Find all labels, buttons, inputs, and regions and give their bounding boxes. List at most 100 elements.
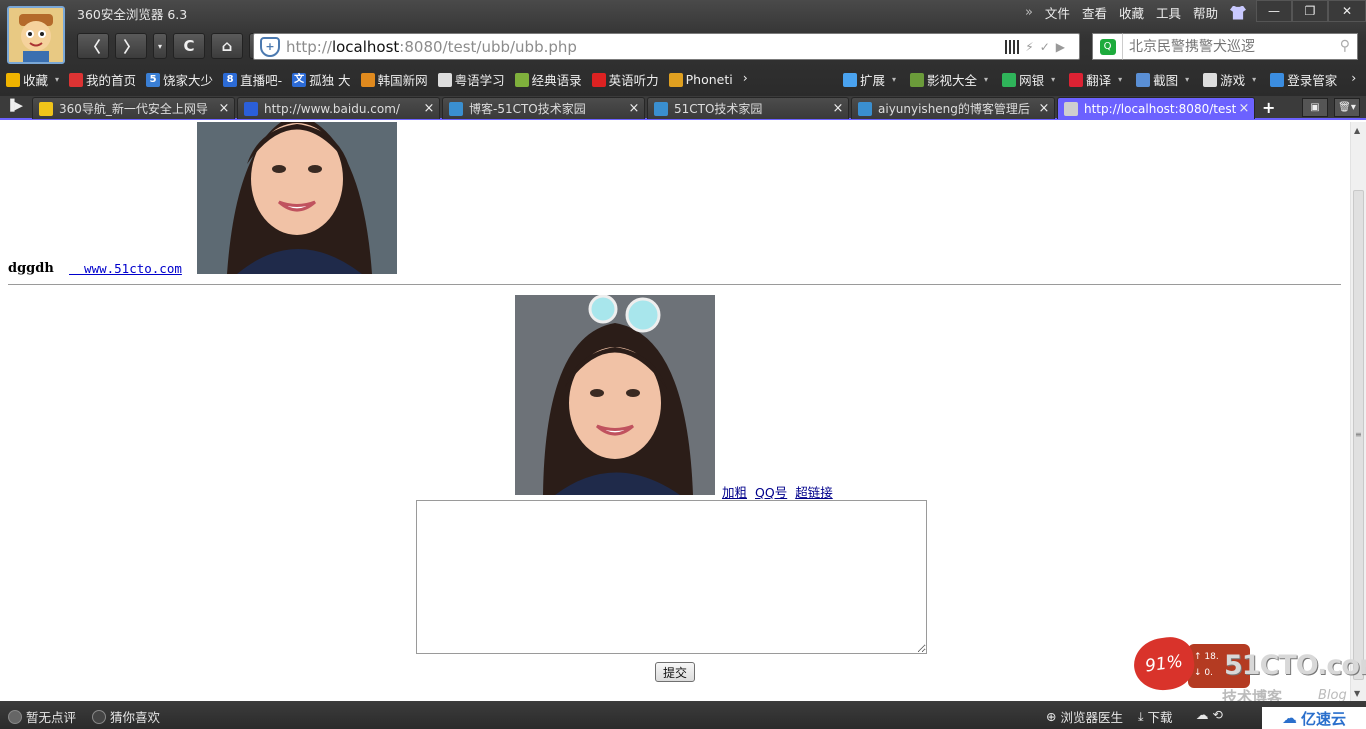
browser-tab[interactable]: 博客-51CTO技术家园 ×: [442, 97, 645, 119]
bookmark-item[interactable]: 收藏 ▾: [6, 70, 59, 89]
divider: [8, 284, 1341, 285]
weibo-icon: [69, 72, 84, 87]
menu-favorites[interactable]: 收藏: [1119, 3, 1144, 22]
trash-icon[interactable]: 🗑▾: [1334, 98, 1360, 117]
submit-button[interactable]: 提交: [655, 662, 695, 682]
url-path: :8080/test/ubb/ubb.php: [399, 37, 577, 56]
sidebar-toggle-icon[interactable]: ▐▶: [6, 99, 23, 112]
tab-close-icon[interactable]: ×: [421, 101, 437, 116]
post-link[interactable]: www.51cto.com: [69, 261, 182, 276]
bookmark-item[interactable]: 8 直播吧-: [223, 70, 282, 89]
menu-tools[interactable]: 工具: [1156, 3, 1181, 22]
post-author: dggdh: [8, 261, 54, 276]
bookmark-item[interactable]: 经典语录: [514, 70, 582, 89]
memory-gauge[interactable]: 91%: [1130, 634, 1198, 694]
back-button[interactable]: 〈: [77, 33, 109, 59]
bookmark-item[interactable]: Phoneti: [668, 70, 733, 89]
toolbar-ext-item[interactable]: 影视大全 ▾: [910, 70, 988, 89]
status-extra-icons[interactable]: ☁ ⟲: [1196, 707, 1223, 722]
tab-close-icon[interactable]: ×: [216, 101, 232, 116]
search-icon[interactable]: ⚲: [1340, 38, 1350, 54]
address-bar[interactable]: + http://localhost:8080/test/ubb/ubb.php…: [253, 33, 1080, 60]
scroll-up-icon[interactable]: ▲: [1354, 126, 1360, 135]
toolbar-ext-item[interactable]: 截图 ▾: [1136, 70, 1189, 89]
tab-close-icon[interactable]: ×: [1036, 101, 1052, 116]
new-tab-button[interactable]: +: [1262, 98, 1275, 117]
skin-icon[interactable]: [1230, 5, 1246, 20]
menu-file[interactable]: 文件: [1045, 3, 1070, 22]
bookmark-label: 直播吧-: [240, 73, 283, 88]
browser-tab[interactable]: 360导航_新一代安全上网导 ×: [32, 97, 235, 119]
status-review[interactable]: 暂无点评: [8, 707, 76, 726]
toolbar-ext-item[interactable]: 扩展 ▾: [843, 70, 896, 89]
bookmark-item[interactable]: 文孤独 大: [292, 70, 351, 89]
content-textarea[interactable]: [416, 500, 927, 654]
download-button[interactable]: ⤓ 下载: [1138, 707, 1173, 726]
chevron-right-icon[interactable]: »: [1025, 5, 1033, 20]
browser-doctor[interactable]: ⊕ 浏览器医生: [1046, 707, 1123, 726]
toolbar-ext-label: 影视大全: [927, 73, 978, 88]
status-recommend[interactable]: 猜你喜欢: [92, 707, 160, 726]
bookmark-item[interactable]: 我的首页: [69, 70, 136, 89]
toolbar-ext-item[interactable]: 网银 ▾: [1002, 70, 1055, 89]
qr-code-icon[interactable]: [1005, 39, 1020, 54]
tab-close-icon[interactable]: ×: [1236, 101, 1252, 116]
home-button[interactable]: ⌂: [211, 33, 243, 59]
status-bar: 暂无点评 猜你喜欢 ⊕ 浏览器医生 ⤓ 下载 ☁ ⟲: [0, 701, 1366, 729]
refresh-button[interactable]: C: [173, 33, 205, 59]
live-icon: 8: [223, 72, 238, 87]
dropdown-arrow-icon[interactable]: ▾: [55, 75, 59, 84]
vertical-scrollbar[interactable]: ▲ ≡ ▼: [1350, 122, 1366, 701]
address-url[interactable]: http://localhost:8080/test/ubb/ubb.php: [286, 38, 1005, 56]
search-input[interactable]: [1122, 33, 1358, 60]
more-bookmarks-icon[interactable]: ›: [743, 70, 748, 89]
page-viewport: dggdh www.51cto.com 加粗 QQ号 超链接 提交: [0, 122, 1350, 701]
browser-tab[interactable]: aiyunyisheng的博客管理后 ×: [851, 97, 1055, 119]
menu-help[interactable]: 帮助: [1193, 3, 1218, 22]
bookmark-item[interactable]: 粤语学习: [437, 70, 505, 89]
dropdown-arrow-icon[interactable]: ▾: [892, 75, 896, 84]
top-menu: » 文件 查看 收藏 工具 帮助: [1025, 3, 1246, 22]
yisu-logo: ☁ 亿速云: [1262, 707, 1366, 729]
menu-view[interactable]: 查看: [1082, 3, 1107, 22]
dropdown-arrow-icon[interactable]: ▾: [1252, 75, 1256, 84]
qq-button[interactable]: QQ号: [755, 482, 787, 501]
restore-button[interactable]: ❐: [1292, 0, 1328, 22]
close-button[interactable]: ✕: [1328, 0, 1366, 22]
minimize-button[interactable]: —: [1256, 0, 1292, 22]
browser-tab[interactable]: 51CTO技术家园 ×: [647, 97, 849, 119]
restore-tab-icon[interactable]: ▣: [1302, 98, 1328, 117]
security-shield-icon[interactable]: +: [260, 36, 280, 57]
search-engine-icon: Q: [1099, 38, 1116, 55]
dropdown-arrow-icon[interactable]: ▾: [1051, 75, 1055, 84]
browser-tab[interactable]: http://localhost:8080/test ×: [1057, 97, 1255, 119]
dropdown-arrow-icon[interactable]: ▾: [1185, 75, 1189, 84]
tab-close-icon[interactable]: ×: [626, 101, 642, 116]
dropdown-arrow-icon[interactable]: ▾: [984, 75, 988, 84]
toolbar-ext-item[interactable]: 游戏 ▾: [1203, 70, 1256, 89]
bookmark-item[interactable]: 英语听力: [591, 70, 659, 89]
address-tools-icon[interactable]: ⚡✓▶: [1025, 40, 1071, 54]
doctor-icon: ⊕: [1046, 709, 1057, 724]
toolbar-extensions: 扩展 ▾ 影视大全 ▾ 网银 ▾ 翻译 ▾ 截图 ▾ 游戏 ▾ 登录管家 ›: [843, 70, 1356, 89]
yisu-cloud-icon: ☁: [1281, 709, 1297, 727]
browser-tab[interactable]: http://www.baidu.com/ ×: [237, 97, 440, 119]
bookmark-label: 韩国新网: [377, 73, 428, 88]
tab-title: 360导航_新一代安全上网导: [59, 102, 208, 116]
hyperlink-button[interactable]: 超链接: [795, 482, 833, 501]
toolbar-ext-item[interactable]: 登录管家: [1270, 70, 1337, 89]
dropdown-arrow-icon[interactable]: ▾: [1118, 75, 1122, 84]
more-extensions-icon[interactable]: ›: [1351, 70, 1356, 89]
bookmark-item[interactable]: 5 饶家大少: [146, 70, 213, 89]
history-dropdown[interactable]: ▾: [153, 33, 167, 59]
tab-favicon-icon: [449, 101, 463, 116]
toolbar-ext-item[interactable]: 翻译 ▾: [1069, 70, 1122, 89]
bookmark-item[interactable]: 韩国新网: [360, 70, 428, 89]
forward-button[interactable]: 〉: [115, 33, 147, 59]
tab-close-icon[interactable]: ×: [830, 101, 846, 116]
user-avatar[interactable]: [7, 6, 65, 64]
bold-button[interactable]: 加粗: [722, 482, 747, 501]
film-icon: [910, 72, 925, 87]
search-engine-selector[interactable]: Q: [1092, 33, 1122, 60]
bookmark-label: Phoneti: [685, 72, 733, 87]
